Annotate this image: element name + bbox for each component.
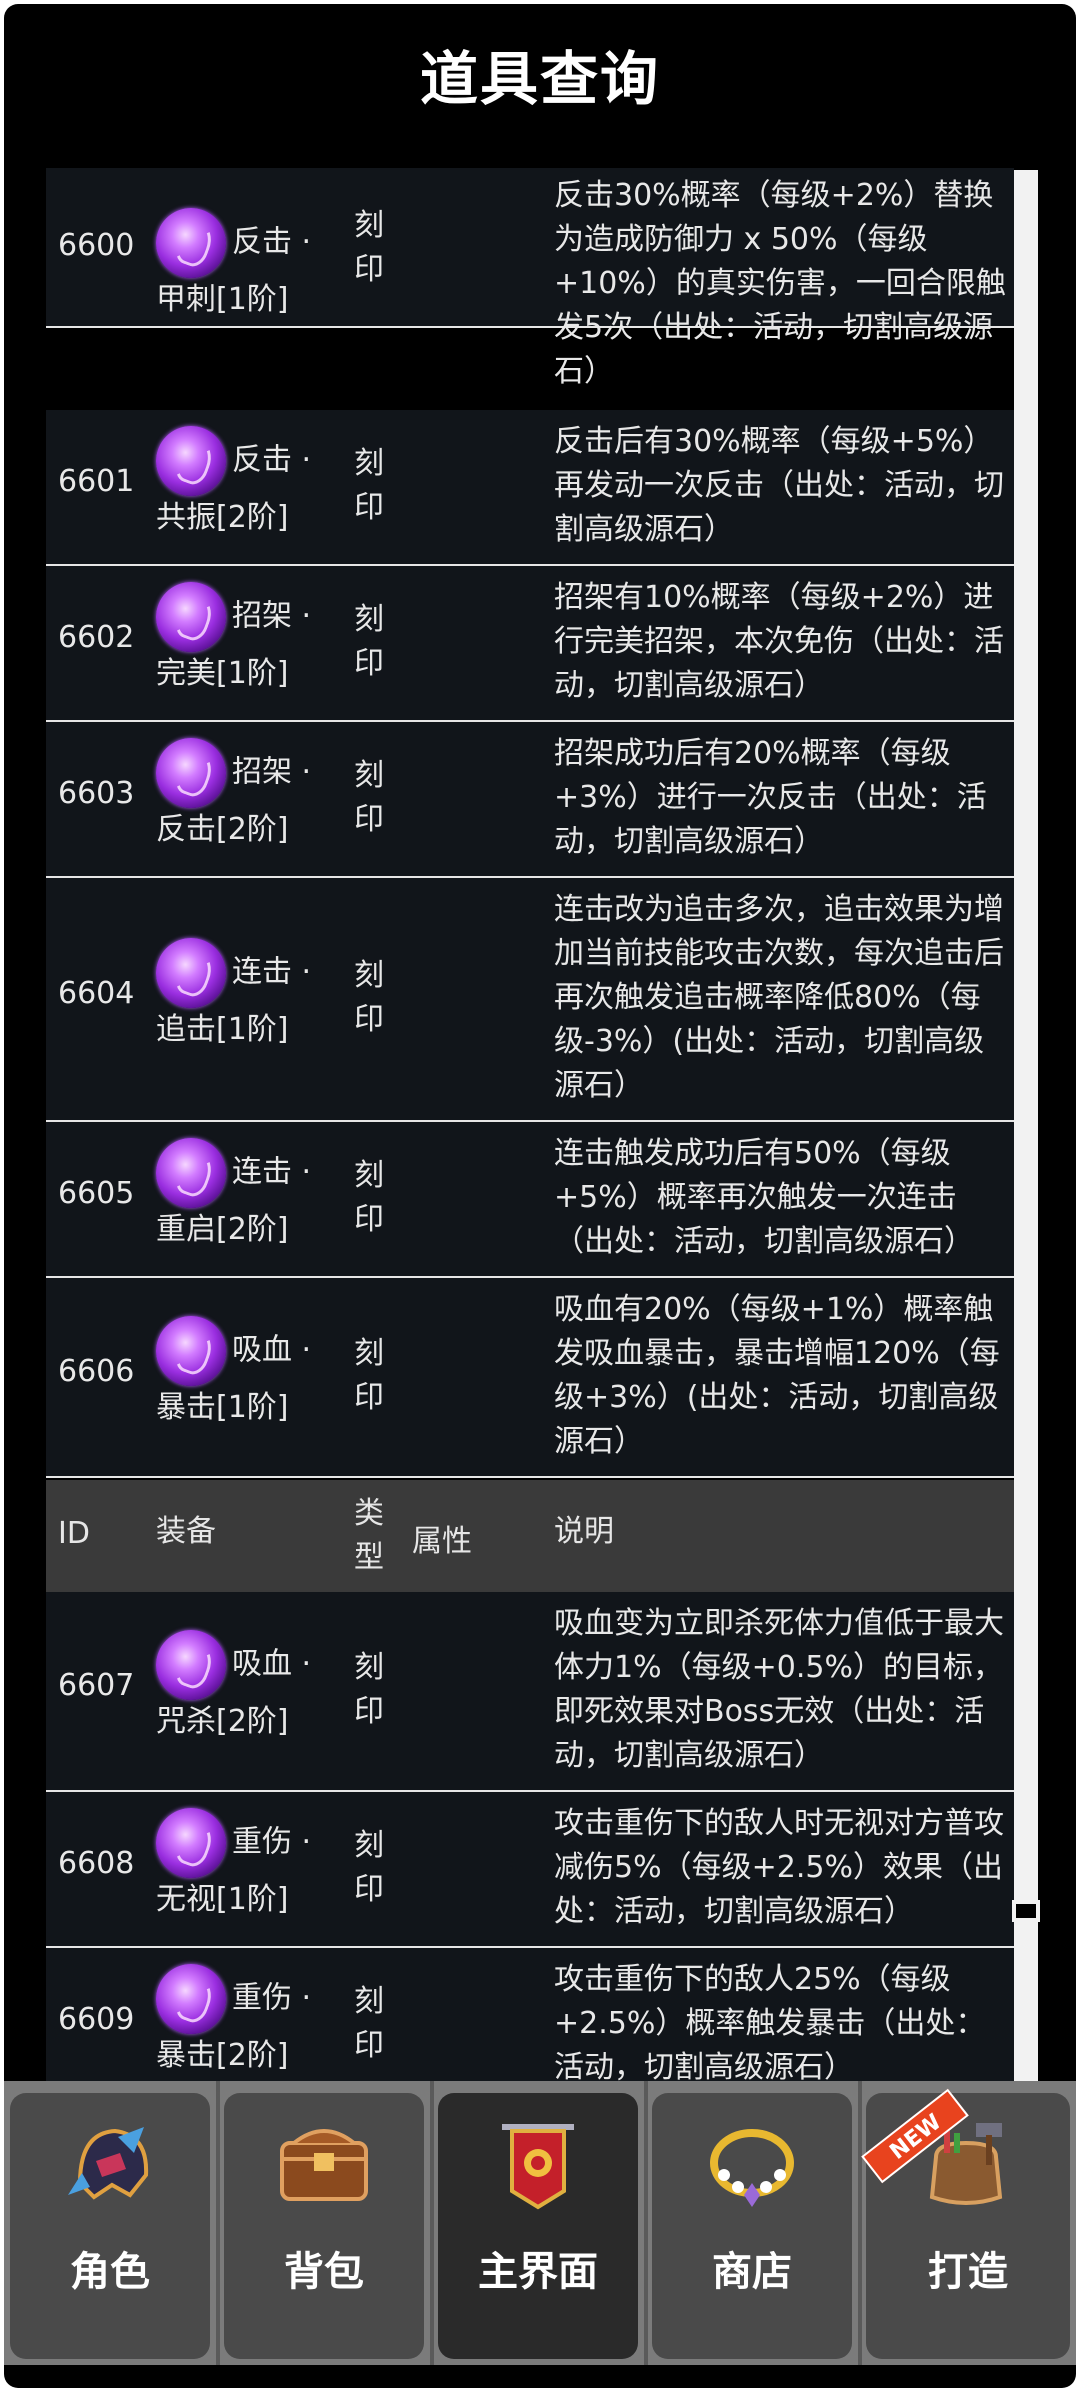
purple-gem-icon xyxy=(156,208,226,278)
item-type: 刻 印 xyxy=(354,446,384,525)
purple-gem-icon xyxy=(156,1964,226,2034)
item-desc: 攻击重伤下的敌人25%（每级+2.5%）概率触发暴击（出处：活动，切割高级源石） xyxy=(554,1962,986,2081)
item-desc: 招架有10%概率（每级+2%）进行完美招架，本次免伤（出处：活动，切割高级源石） xyxy=(554,580,1004,703)
bottom-nav: 角色 背包 主界面 商店 NEW 打造 xyxy=(4,2081,1076,2365)
table-row[interactable]: 6602 招架 · 完美[1阶] 刻 印 招架有10%概率（每级+2%）进行完美… xyxy=(46,566,1014,722)
item-type: 刻 印 xyxy=(354,758,384,837)
necklace-icon xyxy=(710,2129,794,2207)
item-name: 连击 · 追击[1阶] xyxy=(156,938,316,1052)
item-id: 6603 xyxy=(58,776,135,811)
table-row[interactable]: 6600 反击 · 甲刺[1阶] 刻 印 反击30%概率（每级+2%）替换为造成… xyxy=(46,168,1014,389)
tab-craft[interactable]: NEW 打造 xyxy=(861,2088,1070,2359)
item-table[interactable]: 6600 反击 · 甲刺[1阶] 刻 印 反击30%概率（每级+2%）替换为造成… xyxy=(46,164,1040,2081)
home-indicator[interactable] xyxy=(344,2368,728,2378)
item-desc: 反击后有30%概率（每级+5%）再发动一次反击（出处：活动，切割高级源石） xyxy=(554,424,1004,547)
item-id: 6604 xyxy=(58,976,135,1011)
item-name: 重伤 · 暴击[2阶] xyxy=(156,1964,316,2078)
item-desc: 反击30%概率（每级+2%）替换为造成防御力 x 50%（每级+10%）的真实伤… xyxy=(554,178,1006,389)
purple-gem-icon xyxy=(156,1630,226,1700)
divider xyxy=(430,2081,434,2365)
tab-main[interactable]: 主界面 xyxy=(438,2093,638,2359)
table-row[interactable]: 6601 反击 · 共振[2阶] 刻 印 反击后有30%概率（每级+5%）再发动… xyxy=(46,410,1014,566)
item-name: 招架 · 反击[2阶] xyxy=(156,738,316,852)
banner-icon xyxy=(502,2124,574,2210)
header-desc: 说明 xyxy=(554,1514,614,1549)
tab-shop[interactable]: 商店 xyxy=(652,2093,852,2359)
table-row[interactable]: 6605 连击 · 重启[2阶] 刻 印 连击触发成功后有50%（每级+5%）概… xyxy=(46,1122,1014,1278)
divider xyxy=(216,2081,220,2365)
purple-gem-icon xyxy=(156,582,226,652)
item-name: 重伤 · 无视[1阶] xyxy=(156,1808,316,1922)
item-id: 6606 xyxy=(58,1354,135,1389)
purple-gem-icon xyxy=(156,1808,226,1878)
item-type: 刻 印 xyxy=(354,1336,384,1415)
purple-gem-icon xyxy=(156,426,226,496)
header-id: ID xyxy=(58,1516,90,1551)
item-name: 反击 · 共振[2阶] xyxy=(156,426,316,540)
tab-main-label: 主界面 xyxy=(478,2249,598,2295)
item-type: 刻 印 xyxy=(354,208,384,287)
item-type: 刻 印 xyxy=(354,602,384,681)
item-desc: 连击改为追击多次，追击效果为增加当前技能攻击次数，每次追击后再次触发追击概率降低… xyxy=(554,892,1004,1103)
scrollbar-track[interactable] xyxy=(1014,170,1038,2081)
item-id: 6608 xyxy=(58,1846,135,1881)
tab-role-label: 角色 xyxy=(70,2249,150,2295)
tab-shop-label: 商店 xyxy=(712,2249,792,2295)
header-type: 类 型 xyxy=(354,1496,384,1575)
item-desc: 招架成功后有20%概率（每级+3%）进行一次反击（出处：活动，切割高级源石） xyxy=(554,736,987,859)
helmet-icon xyxy=(68,2127,149,2200)
divider xyxy=(858,2081,862,2365)
item-desc: 连击触发成功后有50%（每级+5%）概率再次触发一次连击（出处：活动，切割高级源… xyxy=(554,1136,974,1259)
table-row[interactable]: 6604 连击 · 追击[1阶] 刻 印 连击改为追击多次，追击效果为增加当前技… xyxy=(46,878,1014,1122)
table-row[interactable]: 6609 重伤 · 暴击[2阶] 刻 印 攻击重伤下的敌人25%（每级+2.5%… xyxy=(46,1948,1014,2081)
table-row[interactable]: 6603 招架 · 反击[2阶] 刻 印 招架成功后有20%概率（每级+3%）进… xyxy=(46,722,1014,878)
table-row[interactable]: 6606 吸血 · 暴击[1阶] 刻 印 吸血有20%（每级+1%）概率触发吸血… xyxy=(46,1278,1014,1478)
page-title: 道具查询 xyxy=(419,45,660,113)
tab-bag[interactable]: 背包 xyxy=(224,2093,424,2359)
app-frame: 道具查询 6600 反击 · 甲刺[1阶] 刻 印 反击30%概率（每级+2%）… xyxy=(4,4,1076,2388)
tab-bag-label: 背包 xyxy=(284,2249,364,2295)
item-type: 刻 印 xyxy=(354,1984,384,2063)
purple-gem-icon xyxy=(156,1316,226,1386)
item-desc: 吸血有20%（每级+1%）概率触发吸血暴击，暴击增幅120%（每级+3%）(出处… xyxy=(554,1292,1000,1459)
tab-role[interactable]: 角色 xyxy=(10,2093,210,2359)
purple-gem-icon xyxy=(156,938,226,1008)
item-desc: 攻击重伤下的敌人时无视对方普攻减伤5%（每级+2.5%）效果（出处：活动，切割高… xyxy=(554,1806,1004,1929)
header-equip: 装备 xyxy=(156,1514,216,1549)
item-id: 6602 xyxy=(58,620,135,655)
item-name: 吸血 · 暴击[1阶] xyxy=(156,1316,316,1430)
purple-gem-icon xyxy=(156,1138,226,1208)
treasure-chest-icon xyxy=(280,2129,368,2201)
scrollbar-thumb[interactable] xyxy=(1012,1900,1040,1922)
table-row[interactable]: 6608 重伤 · 无视[1阶] 刻 印 攻击重伤下的敌人时无视对方普攻减伤5%… xyxy=(46,1792,1014,1948)
tab-craft-label: 打造 xyxy=(928,2249,1008,2295)
item-type: 刻 印 xyxy=(354,958,384,1037)
item-name: 吸血 · 咒杀[2阶] xyxy=(156,1630,316,1744)
item-type: 刻 印 xyxy=(354,1158,384,1237)
header-attr: 属性 xyxy=(412,1524,472,1559)
item-name: 反击 · 甲刺[1阶] xyxy=(156,208,316,322)
item-id: 6605 xyxy=(58,1176,135,1211)
divider xyxy=(644,2081,648,2365)
item-id: 6600 xyxy=(58,228,135,263)
item-type: 刻 印 xyxy=(354,1828,384,1907)
item-id: 6609 xyxy=(58,2002,135,2037)
item-id: 6601 xyxy=(58,464,135,499)
item-name: 招架 · 完美[1阶] xyxy=(156,582,316,696)
item-name: 连击 · 重启[2阶] xyxy=(156,1138,316,1252)
table-header: ID 装备 类 型 属性 说明 xyxy=(46,1480,1014,1592)
item-id: 6607 xyxy=(58,1668,135,1703)
item-desc: 吸血变为立即杀死体力值低于最大体力1%（每级+0.5%）的目标，即死效果对Bos… xyxy=(554,1606,1004,1773)
item-type: 刻 印 xyxy=(354,1650,384,1729)
table-row[interactable]: 6607 吸血 · 咒杀[2阶] 刻 印 吸血变为立即杀死体力值低于最大体力1%… xyxy=(46,1592,1014,1792)
purple-gem-icon xyxy=(156,738,226,808)
